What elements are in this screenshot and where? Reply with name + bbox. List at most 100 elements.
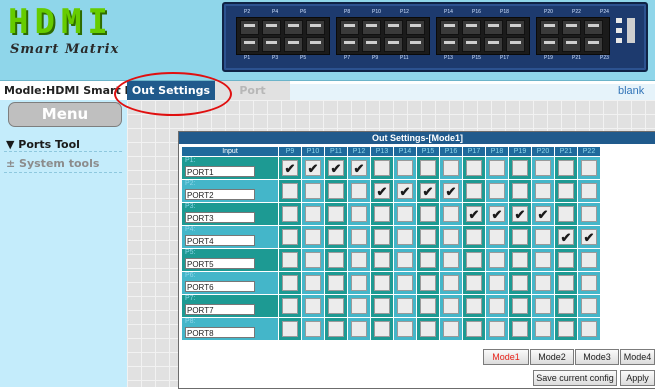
checkbox-unchecked[interactable]: [374, 251, 390, 268]
checkbox-unchecked[interactable]: [558, 274, 574, 291]
checkbox-unchecked[interactable]: [535, 274, 551, 291]
checkbox-checked[interactable]: ✔: [282, 159, 298, 176]
checkbox-unchecked[interactable]: [351, 320, 367, 337]
checkbox-unchecked[interactable]: [535, 297, 551, 314]
checkbox-unchecked[interactable]: [282, 320, 298, 337]
checkbox-unchecked[interactable]: [489, 228, 505, 245]
checkbox-unchecked[interactable]: [328, 228, 344, 245]
input-port-name-field[interactable]: PORT1: [185, 166, 255, 177]
checkbox-unchecked[interactable]: [489, 159, 505, 176]
checkbox-unchecked[interactable]: [466, 274, 482, 291]
checkbox-unchecked[interactable]: [443, 159, 459, 176]
checkbox-unchecked[interactable]: [305, 297, 321, 314]
checkbox-checked[interactable]: ✔: [581, 228, 597, 245]
checkbox-unchecked[interactable]: [512, 159, 528, 176]
checkbox-unchecked[interactable]: [397, 228, 413, 245]
checkbox-unchecked[interactable]: [535, 320, 551, 337]
checkbox-unchecked[interactable]: [512, 297, 528, 314]
checkbox-unchecked[interactable]: [305, 274, 321, 291]
checkbox-unchecked[interactable]: [397, 297, 413, 314]
sidebar-item-system-tools[interactable]: ± System tools: [6, 157, 99, 170]
input-port-name-field[interactable]: PORT5: [185, 258, 255, 269]
checkbox-unchecked[interactable]: [443, 251, 459, 268]
checkbox-unchecked[interactable]: [558, 297, 574, 314]
checkbox-checked[interactable]: ✔: [489, 205, 505, 222]
checkbox-unchecked[interactable]: [489, 182, 505, 199]
checkbox-unchecked[interactable]: [420, 159, 436, 176]
checkbox-unchecked[interactable]: [443, 228, 459, 245]
mode2-button[interactable]: Mode2: [530, 349, 574, 365]
menu-button[interactable]: Menu: [8, 102, 122, 127]
checkbox-unchecked[interactable]: [420, 320, 436, 337]
checkbox-unchecked[interactable]: [374, 205, 390, 222]
checkbox-checked[interactable]: ✔: [328, 159, 344, 176]
checkbox-checked[interactable]: ✔: [397, 182, 413, 199]
checkbox-checked[interactable]: ✔: [374, 182, 390, 199]
checkbox-unchecked[interactable]: [351, 182, 367, 199]
checkbox-unchecked[interactable]: [558, 182, 574, 199]
checkbox-unchecked[interactable]: [581, 297, 597, 314]
checkbox-unchecked[interactable]: [328, 182, 344, 199]
checkbox-unchecked[interactable]: [351, 251, 367, 268]
checkbox-unchecked[interactable]: [305, 228, 321, 245]
checkbox-unchecked[interactable]: [282, 205, 298, 222]
checkbox-unchecked[interactable]: [512, 182, 528, 199]
checkbox-unchecked[interactable]: [282, 228, 298, 245]
checkbox-unchecked[interactable]: [305, 205, 321, 222]
checkbox-checked[interactable]: ✔: [443, 182, 459, 199]
checkbox-unchecked[interactable]: [535, 159, 551, 176]
checkbox-unchecked[interactable]: [328, 274, 344, 291]
checkbox-unchecked[interactable]: [351, 297, 367, 314]
checkbox-unchecked[interactable]: [581, 320, 597, 337]
save-config-button[interactable]: Save current config: [533, 370, 617, 386]
checkbox-checked[interactable]: ✔: [305, 159, 321, 176]
checkbox-unchecked[interactable]: [328, 205, 344, 222]
input-port-name-field[interactable]: PORT8: [185, 327, 255, 338]
checkbox-unchecked[interactable]: [420, 274, 436, 291]
checkbox-unchecked[interactable]: [374, 274, 390, 291]
checkbox-unchecked[interactable]: [581, 182, 597, 199]
checkbox-unchecked[interactable]: [581, 274, 597, 291]
checkbox-unchecked[interactable]: [581, 159, 597, 176]
checkbox-unchecked[interactable]: [397, 274, 413, 291]
checkbox-unchecked[interactable]: [374, 297, 390, 314]
checkbox-unchecked[interactable]: [466, 251, 482, 268]
input-port-name-field[interactable]: PORT7: [185, 304, 255, 315]
sidebar-item-ports-tool[interactable]: ▼ Ports Tool: [6, 138, 80, 151]
checkbox-unchecked[interactable]: [328, 320, 344, 337]
mode3-button[interactable]: Mode3: [575, 349, 619, 365]
mode1-button[interactable]: Mode1: [483, 349, 529, 365]
checkbox-unchecked[interactable]: [374, 228, 390, 245]
blank-tab[interactable]: blank: [618, 85, 644, 97]
checkbox-checked[interactable]: ✔: [535, 205, 551, 222]
checkbox-unchecked[interactable]: [305, 320, 321, 337]
checkbox-unchecked[interactable]: [466, 159, 482, 176]
checkbox-unchecked[interactable]: [397, 320, 413, 337]
checkbox-unchecked[interactable]: [282, 251, 298, 268]
checkbox-unchecked[interactable]: [558, 251, 574, 268]
checkbox-unchecked[interactable]: [558, 159, 574, 176]
checkbox-unchecked[interactable]: [397, 159, 413, 176]
checkbox-unchecked[interactable]: [535, 228, 551, 245]
checkbox-unchecked[interactable]: [328, 297, 344, 314]
checkbox-unchecked[interactable]: [282, 297, 298, 314]
checkbox-unchecked[interactable]: [443, 205, 459, 222]
checkbox-unchecked[interactable]: [351, 228, 367, 245]
checkbox-checked[interactable]: ✔: [420, 182, 436, 199]
input-port-name-field[interactable]: PORT6: [185, 281, 255, 292]
checkbox-unchecked[interactable]: [489, 297, 505, 314]
checkbox-unchecked[interactable]: [305, 182, 321, 199]
checkbox-unchecked[interactable]: [305, 251, 321, 268]
checkbox-checked[interactable]: ✔: [512, 205, 528, 222]
checkbox-unchecked[interactable]: [558, 205, 574, 222]
checkbox-unchecked[interactable]: [397, 205, 413, 222]
checkbox-unchecked[interactable]: [489, 320, 505, 337]
checkbox-unchecked[interactable]: [420, 251, 436, 268]
checkbox-unchecked[interactable]: [581, 251, 597, 268]
input-port-name-field[interactable]: PORT4: [185, 235, 255, 246]
checkbox-unchecked[interactable]: [420, 205, 436, 222]
checkbox-unchecked[interactable]: [512, 228, 528, 245]
apply-button[interactable]: Apply: [620, 370, 655, 386]
checkbox-unchecked[interactable]: [581, 205, 597, 222]
checkbox-unchecked[interactable]: [282, 274, 298, 291]
